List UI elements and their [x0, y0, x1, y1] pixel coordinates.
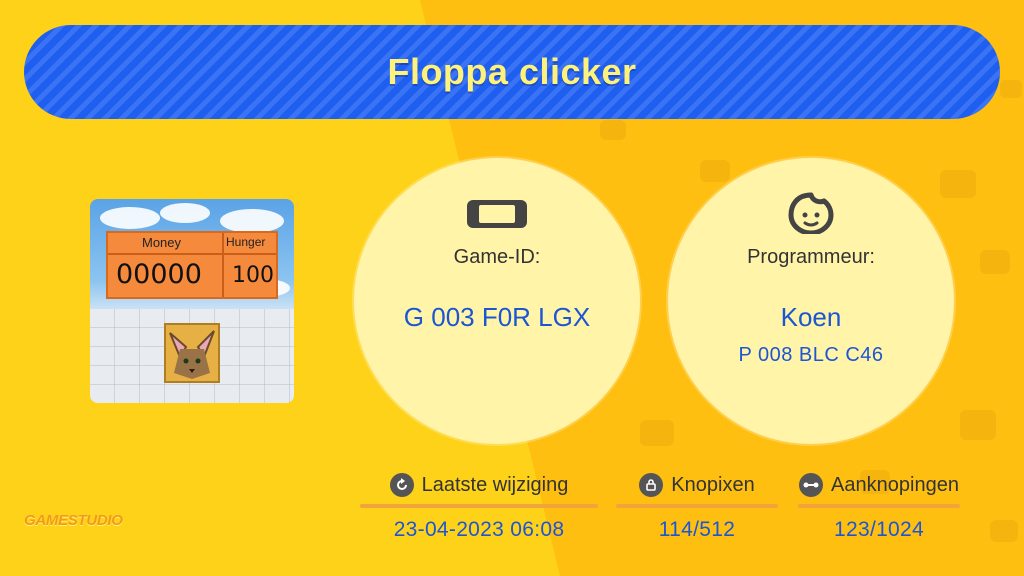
face-icon [788, 192, 834, 234]
floppa-face-icon [166, 325, 218, 381]
cloud [160, 203, 210, 223]
game-id-label: Game-ID: [453, 246, 541, 268]
stats-panel: Money Hunger 00000 100 [106, 231, 278, 299]
game-thumbnail: Money Hunger 00000 100 [90, 199, 294, 403]
game-console-icon [467, 200, 527, 228]
programmer-name: Koen [780, 302, 842, 332]
last-modified-label: Laatste wijziging [421, 473, 569, 496]
cloud [100, 207, 160, 229]
link-icon [799, 473, 824, 497]
aanknopingen-value: 123/1024 [834, 518, 924, 541]
programmer-id: P 008 BLC C46 [738, 344, 884, 366]
lock-icon [639, 473, 664, 497]
divider [222, 233, 224, 297]
last-modified-section: Laatste wijziging 23-04-2023 06:08 [360, 468, 598, 542]
programmer-label: Programmeur: [747, 246, 875, 268]
divider [616, 504, 778, 508]
last-modified-header: Laatste wijziging [360, 468, 598, 502]
money-value: 00000 [116, 259, 202, 290]
programmer-card: Programmeur: Koen P 008 BLC C46 [668, 158, 954, 444]
divider [108, 253, 276, 255]
last-modified-value: 23-04-2023 06:08 [393, 518, 565, 541]
cloud [220, 209, 284, 233]
aanknopingen-header: Aanknopingen [798, 468, 960, 502]
divider [798, 504, 960, 508]
money-label: Money [142, 235, 182, 250]
knopixen-value: 114/512 [658, 518, 736, 541]
hunger-label: Hunger [226, 235, 266, 249]
aanknopingen-section: Aanknopingen 123/1024 [798, 468, 960, 542]
game-id-value: G 003 F0R LGX [403, 302, 591, 332]
hunger-value: 100 [232, 263, 274, 288]
game-title: Floppa clicker [387, 51, 637, 92]
title-banner: Floppa clicker [24, 25, 1000, 119]
knopixen-label: Knopixen [671, 473, 755, 496]
floppa-block [164, 323, 220, 383]
game-id-card: Game-ID: G 003 F0R LGX [354, 158, 640, 444]
knopixen-header: Knopixen [616, 468, 778, 502]
divider [360, 504, 598, 508]
refresh-icon [389, 473, 414, 497]
aanknopingen-label: Aanknopingen [831, 473, 959, 496]
gamestudio-logo: GAMESTUDIO [24, 512, 123, 529]
knopixen-section: Knopixen 114/512 [616, 468, 778, 542]
